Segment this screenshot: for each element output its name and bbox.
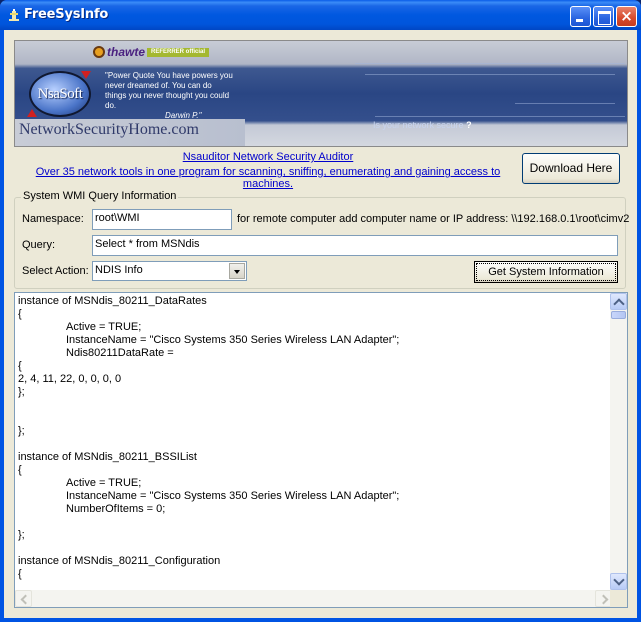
client-area: thawte REFERRER official NsaSoft "Power … — [4, 30, 637, 618]
banner-streak — [515, 103, 615, 104]
query-label: Query: — [22, 239, 56, 251]
close-button[interactable]: × — [616, 6, 637, 27]
output-line: { — [18, 568, 22, 580]
thawte-brand: thawte — [107, 45, 146, 59]
output-line: NumberOfItems = 0; — [66, 503, 166, 515]
nsauditor-description-link[interactable]: Over 35 network tools in one program for… — [14, 166, 522, 190]
output-textarea[interactable]: instance of MSNdis_80211_DataRates{Activ… — [14, 292, 628, 608]
chevron-down-icon[interactable] — [229, 263, 245, 279]
nsauditor-link[interactable]: Nsauditor Network Security Auditor — [14, 151, 522, 163]
namespace-hint: for remote computer add computer name or… — [237, 213, 630, 225]
output-line: }; — [18, 425, 25, 437]
output-line: }; — [18, 529, 25, 541]
window-title: FreeSysInfo — [24, 7, 109, 22]
vertical-scrollbar[interactable] — [610, 293, 627, 590]
banner-tagline: Is your network secure ? — [373, 120, 472, 130]
minimize-button[interactable] — [570, 6, 591, 27]
action-select-value: NDIS Info — [95, 264, 143, 276]
output-line: Active = TRUE; — [66, 321, 142, 333]
output-line: { — [18, 464, 22, 476]
quote-author: Darwin P." — [165, 111, 202, 120]
select-action-label: Select Action: — [22, 265, 89, 277]
banner-streak — [375, 116, 625, 117]
get-info-label: Get System Information — [476, 263, 616, 281]
group-title: System WMI Query Information — [21, 190, 179, 202]
advert-banner[interactable]: thawte REFERRER official NsaSoft "Power … — [14, 40, 628, 147]
scroll-left-icon[interactable] — [15, 590, 32, 607]
get-system-information-button[interactable]: Get System Information — [474, 261, 618, 283]
scrollbar-corner — [610, 590, 627, 607]
app-icon — [9, 9, 19, 21]
query-input[interactable]: Select * from MSNdis — [92, 235, 618, 256]
site-name: NetworkSecurityHome.com — [19, 121, 199, 138]
question-mark-icon: ? — [466, 120, 472, 130]
thawte-logo-icon — [93, 46, 105, 58]
output-line: Ndis80211DataRate = — [66, 347, 177, 359]
banner-streak — [365, 74, 615, 75]
promo-links: Nsauditor Network Security Auditor Over … — [14, 151, 522, 190]
namespace-input[interactable]: root\WMI — [92, 209, 232, 230]
output-line: instance of MSNdis_80211_Configuration — [18, 555, 221, 567]
scroll-down-icon[interactable] — [610, 573, 627, 590]
logo-arrow-icon — [81, 71, 91, 79]
scroll-up-icon[interactable] — [610, 293, 627, 310]
title-bar[interactable]: FreeSysInfo × — [0, 0, 641, 30]
banner-quote: "Power Quote You have powers you never d… — [105, 71, 233, 110]
output-line: instance of MSNdis_80211_BSSIList — [18, 451, 197, 463]
output-line: { — [18, 360, 22, 372]
tagline-text: Is your network secure — [373, 120, 464, 130]
logo-arrow-icon — [27, 109, 37, 117]
output-line: { — [18, 308, 22, 320]
maximize-button[interactable] — [593, 6, 614, 27]
download-here-button[interactable]: Download Here — [522, 153, 620, 184]
output-line: }; — [18, 386, 25, 398]
output-line: instance of MSNdis_80211_DataRates — [18, 295, 207, 307]
scroll-thumb[interactable] — [611, 311, 626, 319]
close-icon: × — [620, 7, 633, 25]
output-text: instance of MSNdis_80211_DataRates{Activ… — [18, 295, 608, 581]
output-line: InstanceName = "Cisco Systems 350 Series… — [66, 334, 400, 346]
output-line: Active = TRUE; — [66, 477, 142, 489]
namespace-label: Namespace: — [22, 213, 84, 225]
logo-text: NsaSoft — [37, 86, 83, 102]
thawte-badge: REFERRER official — [147, 47, 210, 57]
app-window: FreeSysInfo × thawte REFERRER official N… — [0, 0, 641, 622]
output-line: 2, 4, 11, 22, 0, 0, 0, 0 — [18, 373, 122, 385]
output-line: InstanceName = "Cisco Systems 350 Series… — [66, 490, 400, 502]
thawte-seal: thawte REFERRER official — [93, 45, 210, 59]
banner-streak — [355, 63, 625, 64]
action-select[interactable]: NDIS Info — [92, 261, 247, 281]
horizontal-scrollbar[interactable] — [15, 590, 612, 607]
